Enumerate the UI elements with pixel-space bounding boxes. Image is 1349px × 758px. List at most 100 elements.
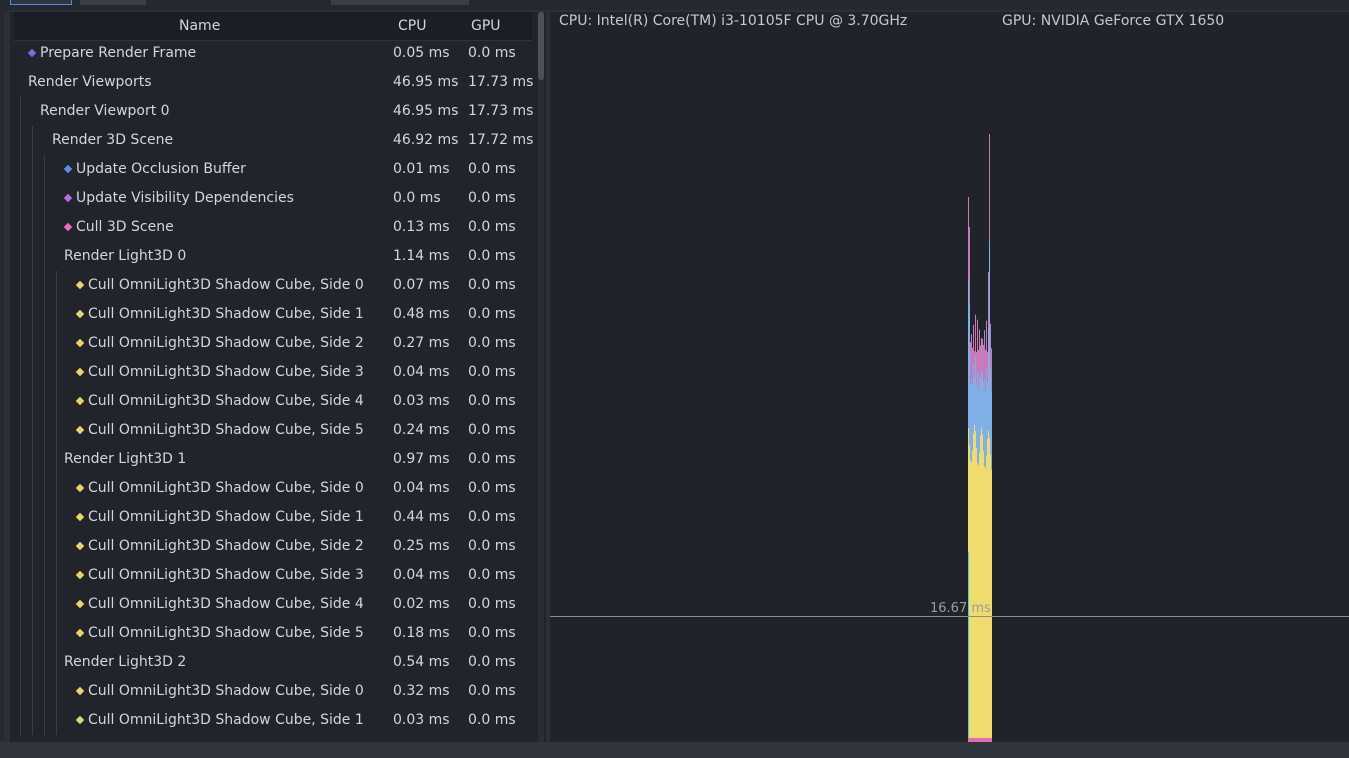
frame-bars: [968, 134, 992, 742]
frame-bar-segment: [985, 390, 986, 468]
tree-row[interactable]: Render Light3D 0 1.14 ms 0.0 ms: [10, 242, 532, 271]
frame-bar-segment: [989, 240, 990, 438]
frame-bar-segment: [991, 348, 992, 391]
column-header-gpu[interactable]: GPU: [471, 18, 501, 34]
row-cpu-time: 0.54 ms: [393, 654, 450, 670]
row-name: Render Light3D 0: [64, 248, 187, 264]
marker-icon: [75, 367, 85, 377]
frame-bar-segment: [979, 452, 980, 742]
row-gpu-time: 0.0 ms: [468, 161, 516, 177]
frame-bar-segment: [981, 427, 982, 742]
row-gpu-time: 0.0 ms: [468, 248, 516, 264]
tree-row[interactable]: Cull OmniLight3D Shadow Cube, Side 1 0.44…: [10, 503, 532, 532]
frame-bar-segment: [989, 134, 990, 241]
profiler-graph[interactable]: CPU: Intel(R) Core(TM) i3-10105F CPU @ 3…: [550, 12, 1349, 742]
frame-bar-segment: [990, 369, 991, 455]
row-cpu-time: 0.03 ms: [393, 393, 450, 409]
tree-guide-line: [32, 126, 33, 735]
row-cpu-time: 0.18 ms: [393, 625, 450, 641]
tree-row[interactable]: Cull OmniLight3D Shadow Cube, Side 4 0.03…: [10, 387, 532, 416]
tree-row[interactable]: Update Occlusion Buffer 0.01 ms 0.0 ms: [10, 155, 532, 184]
frame-bar-segment: [986, 455, 987, 742]
profiler-tree-panel: Name CPU GPU Prepare Render Frame 0.05 ms…: [10, 12, 546, 742]
row-cpu-time: 0.07 ms: [393, 277, 450, 293]
frame-bar-segment: [978, 390, 979, 465]
tree-row[interactable]: Cull OmniLight3D Shadow Cube, Side 1 0.03…: [10, 706, 532, 735]
tree-row[interactable]: Cull OmniLight3D Shadow Cube, Side 3 0.04…: [10, 358, 532, 387]
frame-bar-segment: [971, 378, 972, 463]
frame-bar-segment: [975, 355, 976, 431]
row-name: Render Viewport 0: [40, 103, 170, 119]
tree-row[interactable]: Cull OmniLight3D Shadow Cube, Side 0 0.32…: [10, 677, 532, 706]
row-cpu-time: 0.05 ms: [393, 45, 450, 61]
frame-bar-segment: [982, 338, 983, 373]
frame-bar-segment: [982, 372, 983, 435]
frame-bar-segment: [981, 338, 982, 370]
marker-icon: [75, 599, 85, 609]
frame-bar-segment: [978, 349, 979, 391]
column-header-name[interactable]: Name: [179, 18, 220, 34]
tree-row[interactable]: Cull OmniLight3D Shadow Cube, Side 1 0.48…: [10, 300, 532, 329]
tree-row[interactable]: Prepare Render Frame 0.05 ms 0.0 ms: [10, 39, 532, 68]
row-cpu-time: 0.48 ms: [393, 306, 450, 322]
tree-row[interactable]: Render Viewport 0 46.95 ms 17.73 ms: [10, 97, 533, 126]
tree-scroll-thumb[interactable]: [538, 12, 544, 80]
marker-icon: [75, 512, 85, 522]
frame-bar-segment: [971, 334, 972, 379]
tree-row[interactable]: Cull OmniLight3D Shadow Cube, Side 3 0.04…: [10, 561, 532, 590]
tree-row[interactable]: Render 3D Scene 46.92 ms 17.72 ms: [10, 126, 533, 155]
row-name: Render 3D Scene: [52, 132, 174, 148]
tree-row[interactable]: Cull OmniLight3D Shadow Cube, Side 2 0.25…: [10, 532, 532, 561]
row-cpu-time: 46.92 ms: [393, 132, 459, 148]
frame-bar-segment: [968, 197, 969, 278]
frame-bar-segment: [976, 447, 977, 742]
frame-bar-segment: [977, 369, 978, 463]
frame-bar-segment: [972, 347, 973, 384]
tree-row[interactable]: Cull 3D Scene 0.13 ms 0.0 ms: [10, 213, 532, 242]
row-gpu-time: 0.0 ms: [468, 190, 516, 206]
tree-row[interactable]: Cull OmniLight3D Shadow Cube, Side 0 0.07…: [10, 271, 532, 300]
row-gpu-time: 0.0 ms: [468, 509, 516, 525]
row-name: Update Visibility Dependencies: [76, 190, 294, 206]
frame-bar-segment: [980, 345, 981, 378]
row-gpu-time: 0.0 ms: [468, 45, 516, 61]
tree-guide-line: [56, 271, 57, 735]
frame-bar-segment: [986, 367, 987, 456]
row-gpu-time: 0.0 ms: [468, 393, 516, 409]
row-cpu-time: 0.04 ms: [393, 567, 450, 583]
row-cpu-time: 0.13 ms: [393, 219, 450, 235]
row-name: Cull OmniLight3D Shadow Cube, Side 0: [88, 683, 364, 699]
column-header-cpu[interactable]: CPU: [398, 18, 426, 34]
tree-row[interactable]: Update Visibility Dependencies 0.0 ms 0.0 …: [10, 184, 532, 213]
row-gpu-time: 0.0 ms: [468, 277, 516, 293]
marker-icon: [75, 686, 85, 696]
tab-active[interactable]: [10, 0, 72, 5]
tree-row[interactable]: Cull OmniLight3D Shadow Cube, Side 4 0.02…: [10, 590, 532, 619]
row-name: Cull OmniLight3D Shadow Cube, Side 5: [88, 422, 364, 438]
row-gpu-time: 0.0 ms: [468, 567, 516, 583]
row-cpu-time: 0.44 ms: [393, 509, 450, 525]
bottom-scrollbar[interactable]: [0, 742, 1349, 758]
tree-scrollbar[interactable]: [538, 12, 544, 742]
frame-bar-segment: [983, 451, 984, 742]
tab-2[interactable]: [80, 0, 146, 5]
frame-bar-segment: [968, 277, 969, 428]
row-name: Cull OmniLight3D Shadow Cube, Side 1: [88, 509, 364, 525]
tree-row[interactable]: Cull OmniLight3D Shadow Cube, Side 0 0.04…: [10, 474, 532, 503]
row-cpu-time: 0.32 ms: [393, 683, 450, 699]
tab-3[interactable]: [331, 0, 469, 5]
tree-row[interactable]: Render Light3D 2 0.54 ms 0.0 ms: [10, 648, 532, 677]
tree-row[interactable]: Cull OmniLight3D Shadow Cube, Side 2 0.27…: [10, 329, 532, 358]
tree-row[interactable]: Cull OmniLight3D Shadow Cube, Side 5 0.24…: [10, 416, 532, 445]
row-gpu-time: 0.0 ms: [468, 364, 516, 380]
tree-guide-line: [44, 155, 45, 735]
tree-row[interactable]: Render Light3D 1 0.97 ms 0.0 ms: [10, 445, 532, 474]
frame-bar-segment: [969, 303, 970, 445]
frame-bar-segment: [976, 385, 977, 448]
frame-bar-segment: [987, 438, 988, 742]
tree-row[interactable]: Render Viewports 46.95 ms 17.73 ms: [10, 68, 533, 97]
row-name: Cull 3D Scene: [76, 219, 174, 235]
tree-row[interactable]: Cull OmniLight3D Shadow Cube, Side 5 0.18…: [10, 619, 532, 648]
frame-bar-segment: [974, 351, 975, 377]
row-name: Cull OmniLight3D Shadow Cube, Side 3: [88, 364, 364, 380]
